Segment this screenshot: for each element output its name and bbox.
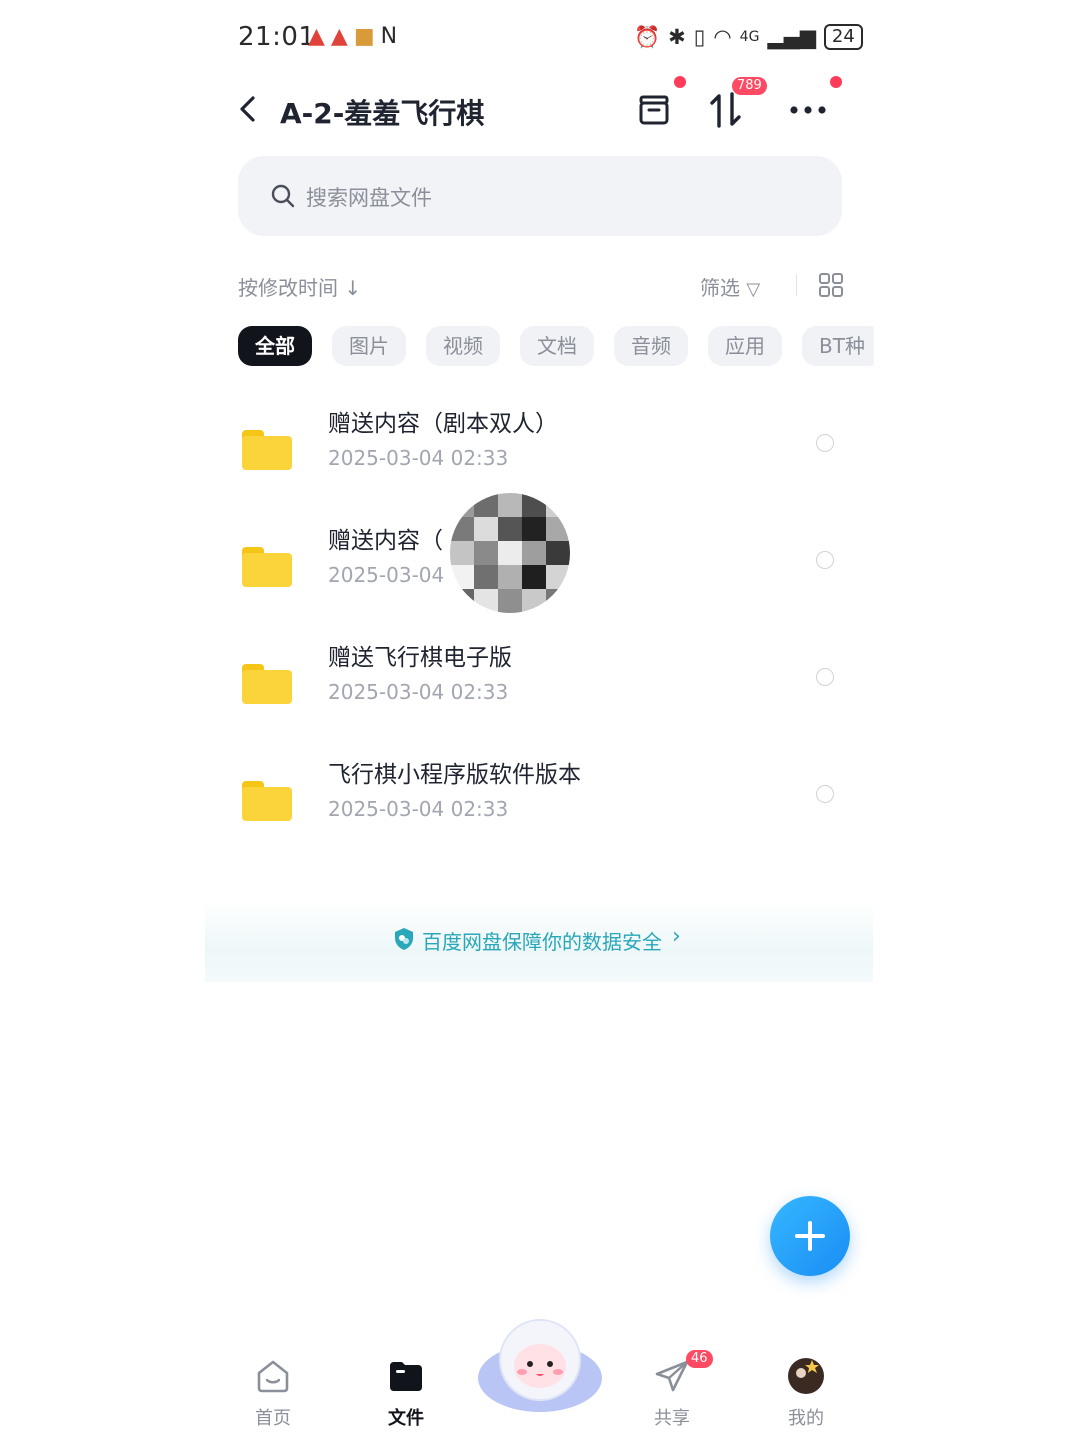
back-icon[interactable] [232, 92, 266, 126]
folder-icon [242, 430, 292, 470]
select-checkbox[interactable] [816, 668, 834, 686]
folder-icon [242, 547, 292, 587]
status-indicators: ⏰ ✱ ▯ ◠ 4G ▂▄▆ 24 [634, 24, 863, 50]
nfc-icon: N [380, 24, 398, 49]
sort-button[interactable]: 按修改时间 ↓ [238, 272, 361, 301]
file-date: 2025-03-04 02:33 [328, 797, 509, 821]
archive-button[interactable] [632, 88, 676, 132]
shield-icon [395, 928, 413, 950]
filter-icon: ▽ [746, 279, 761, 300]
more-red-dot [830, 76, 842, 88]
folder-icon [390, 1362, 422, 1391]
app-notification-icon: ▲ [330, 24, 348, 49]
folder-icon [242, 781, 292, 821]
search-placeholder: 搜索网盘文件 [306, 186, 432, 210]
file-name: 飞行棋小程序版软件版本 [328, 762, 581, 788]
assistant-mascot-icon[interactable] [478, 1314, 602, 1414]
select-checkbox[interactable] [816, 551, 834, 569]
bluetooth-icon: ✱ [668, 25, 686, 49]
folder-icon [242, 664, 292, 704]
file-name: 赠送内容（剧本双人） [328, 411, 558, 437]
transfer-icon [710, 92, 741, 128]
tab-images[interactable]: 图片 [332, 326, 406, 366]
file-row[interactable]: 飞行棋小程序版软件版本 2025-03-04 02:33 [238, 755, 842, 855]
tab-videos[interactable]: 视频 [426, 326, 500, 366]
tab-audio[interactable]: 音频 [614, 326, 688, 366]
file-date: 2025-03-04 02:33 [328, 446, 509, 470]
add-button[interactable] [770, 1196, 850, 1276]
app-notification-icon: ▲ [308, 24, 325, 49]
file-date: 2025-03-04 02:33 [328, 680, 509, 704]
alarm-icon: ⏰ [634, 24, 661, 49]
select-checkbox[interactable] [816, 785, 834, 803]
network-type: 4G [739, 29, 760, 45]
chevron-right-icon: › [672, 924, 681, 949]
vibrate-icon: ▯ [693, 25, 706, 49]
tab-all[interactable]: 全部 [238, 326, 312, 366]
nav-mine[interactable]: 我的 [766, 1356, 846, 1430]
nav-files[interactable]: 文件 [366, 1356, 446, 1430]
home-icon [257, 1360, 289, 1393]
nav-files-label: 文件 [388, 1408, 424, 1429]
nav-home-label: 首页 [255, 1408, 291, 1429]
toolbar-divider [796, 274, 797, 296]
nav-mine-label: 我的 [788, 1408, 824, 1429]
search-icon [271, 184, 295, 208]
file-row[interactable]: 赠送飞行棋电子版 2025-03-04 02:33 [238, 638, 842, 738]
archive-icon [639, 95, 669, 125]
gallery-notification-icon: ■ [353, 24, 375, 49]
avatar [788, 1358, 824, 1394]
file-date: 2025-03-04 [328, 563, 445, 587]
arrow-down-icon: ↓ [344, 276, 362, 300]
tab-apps[interactable]: 应用 [708, 326, 782, 366]
filter-label: 筛选 [700, 276, 740, 300]
file-name: 赠送飞行棋电子版 [328, 645, 512, 671]
nav-home[interactable]: 首页 [233, 1356, 313, 1430]
more-icon [790, 106, 826, 114]
file-row[interactable]: 赠送内容（剧本双人） 2025-03-04 02:33 [238, 404, 842, 504]
more-button[interactable] [786, 88, 830, 132]
wifi-icon: ◠ [713, 25, 732, 49]
transfer-badge: 789 [732, 77, 767, 95]
archive-red-dot [674, 76, 686, 88]
pixelated-redaction [450, 493, 570, 613]
sort-label: 按修改时间 [238, 276, 338, 300]
filter-button[interactable]: 筛选 ▽ [700, 272, 760, 301]
notification-icons: ▲ ▲ ■ N [308, 24, 397, 49]
plus-icon [795, 1221, 825, 1251]
tab-bt[interactable]: BT种 [802, 326, 874, 366]
share-badge: 46 [686, 1350, 713, 1368]
grid-view-icon[interactable] [818, 272, 844, 298]
file-name: 赠送内容（ [328, 528, 443, 554]
signal-icon: ▂▄▆ [767, 25, 816, 49]
select-checkbox[interactable] [816, 434, 834, 452]
battery-level: 24 [823, 24, 863, 50]
tab-documents[interactable]: 文档 [520, 326, 594, 366]
status-time: 21:01 [238, 22, 316, 52]
page-title: A-2-羞羞飞行棋 [280, 97, 485, 130]
nav-share-label: 共享 [654, 1408, 690, 1429]
security-text[interactable]: 百度网盘保障你的数据安全 [422, 926, 662, 955]
category-tabs: 全部 图片 视频 文档 音频 应用 BT种 [238, 326, 874, 366]
